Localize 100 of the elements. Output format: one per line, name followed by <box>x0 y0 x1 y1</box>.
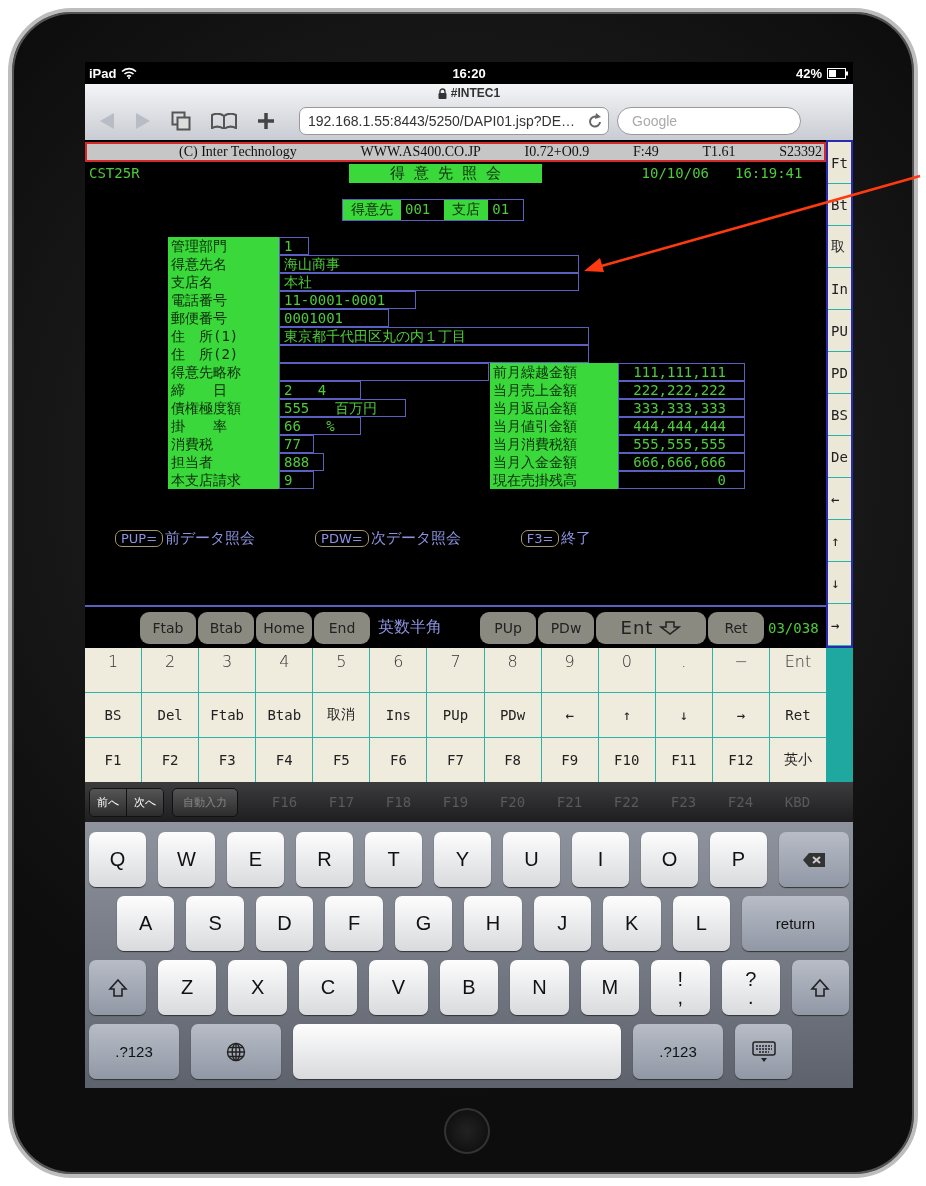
keypad-key[interactable]: 9 <box>541 648 598 692</box>
letter-key[interactable]: P <box>710 832 767 887</box>
keypad-key[interactable]: − <box>712 648 769 692</box>
keypad-key[interactable]: F3 <box>199 738 256 782</box>
letter-key[interactable]: U <box>503 832 560 887</box>
book-icon[interactable] <box>211 113 237 129</box>
letter-key[interactable]: I <box>572 832 629 887</box>
field-value: 9 <box>279 471 314 489</box>
function-key[interactable]: PDw <box>538 611 594 644</box>
keypad-key[interactable]: F10 <box>598 738 655 782</box>
punctuation-key[interactable]: ! , <box>651 960 710 1015</box>
reload-icon[interactable] <box>588 113 602 129</box>
letter-key[interactable]: C <box>298 960 358 1015</box>
keypad-key[interactable]: F11 <box>655 738 712 782</box>
numbers-key[interactable]: .?123 <box>89 1024 179 1079</box>
field-value: 2 4 <box>279 381 361 399</box>
backspace-key[interactable] <box>779 832 849 887</box>
letter-key[interactable]: X <box>228 960 287 1015</box>
letter-key[interactable]: Z <box>158 960 217 1015</box>
field-value: 11-0001-0001 <box>279 291 416 309</box>
keypad-key[interactable]: F8 <box>484 738 541 782</box>
keypad-key[interactable]: 5 <box>313 648 370 692</box>
letter-key[interactable]: L <box>672 896 730 951</box>
function-key[interactable]: Btab <box>198 611 254 644</box>
keypad-key[interactable]: 3 <box>199 648 256 692</box>
letter-key[interactable]: Y <box>434 832 491 887</box>
return-key[interactable]: return <box>741 896 849 951</box>
function-key[interactable]: Ret <box>708 611 764 644</box>
letter-key[interactable]: S <box>186 896 244 951</box>
function-key[interactable]: Home <box>256 611 312 644</box>
keypad-key[interactable]: F1 <box>85 738 142 782</box>
letter-key[interactable]: J <box>533 896 592 951</box>
function-key[interactable]: Ftab <box>140 611 196 644</box>
letter-key[interactable]: R <box>296 832 353 887</box>
field-value: 0001001 <box>279 309 389 327</box>
numbers-key[interactable]: .?123 <box>633 1024 723 1079</box>
keypad-key[interactable]: . <box>655 648 712 692</box>
keypad-key[interactable]: PUp <box>427 693 484 737</box>
keypad-key[interactable]: F12 <box>712 738 769 782</box>
letter-key[interactable]: O <box>641 832 698 887</box>
keypad-key[interactable]: Ret <box>769 693 826 737</box>
keypad-key[interactable]: F5 <box>313 738 370 782</box>
keypad-key[interactable]: Btab <box>256 693 313 737</box>
letter-key[interactable]: K <box>603 896 661 951</box>
form-nav-button[interactable]: 次へ <box>126 788 163 816</box>
tabs-icon[interactable] <box>171 111 191 131</box>
keypad-key[interactable]: F9 <box>541 738 598 782</box>
hide-keyboard-key[interactable] <box>735 1024 792 1079</box>
punctuation-key[interactable]: ? . <box>721 960 780 1015</box>
clock: 16:20 <box>452 65 486 81</box>
keypad-key[interactable]: ↑ <box>598 693 655 737</box>
keypad-key[interactable]: 6 <box>370 648 427 692</box>
keypad-key[interactable]: 1 <box>85 648 142 692</box>
shift-key[interactable] <box>791 960 849 1015</box>
keypad-key[interactable]: 4 <box>256 648 313 692</box>
keypad-key[interactable]: F6 <box>370 738 427 782</box>
field-label: 管理部門 <box>168 237 279 255</box>
keypad-key[interactable]: Ent <box>769 648 826 692</box>
letter-key[interactable]: G <box>394 896 453 951</box>
input-mode: 英数半角 <box>378 617 442 637</box>
letter-key[interactable]: M <box>580 960 640 1015</box>
keypad-key[interactable]: Del <box>142 693 199 737</box>
letter-key[interactable]: N <box>510 960 569 1015</box>
letter-key[interactable]: F <box>325 896 383 951</box>
letter-key[interactable]: B <box>439 960 499 1015</box>
letter-key[interactable]: W <box>158 832 215 887</box>
letter-key[interactable]: T <box>365 832 422 887</box>
keypad-key[interactable]: ← <box>541 693 598 737</box>
keypad-key[interactable]: ↓ <box>655 693 712 737</box>
keypad-key[interactable]: PDw <box>484 693 541 737</box>
keypad-key[interactable]: F4 <box>256 738 313 782</box>
total-label: 当月入金金額 <box>490 453 618 471</box>
keypad-key[interactable]: Ins <box>370 693 427 737</box>
letter-key[interactable]: H <box>464 896 522 951</box>
globe-key[interactable] <box>191 1024 281 1079</box>
url-field[interactable]: 192.168.1.55:8443/5250/DAPI01.jsp?DE… <box>299 107 609 135</box>
function-key[interactable]: PUp <box>480 611 536 644</box>
keypad-key[interactable]: → <box>712 693 769 737</box>
keypad-key[interactable]: 英小 <box>769 738 826 782</box>
enter-key[interactable]: Ent <box>596 611 706 644</box>
keypad-key[interactable]: 0 <box>598 648 655 692</box>
shift-key[interactable] <box>89 960 146 1015</box>
keypad-key[interactable]: F7 <box>427 738 484 782</box>
plus-icon[interactable] <box>257 112 275 130</box>
keypad-key[interactable]: 2 <box>142 648 199 692</box>
keypad-key[interactable]: 取消 <box>313 693 370 737</box>
keypad-key[interactable]: BS <box>85 693 142 737</box>
form-nav-button[interactable]: 前へ <box>90 788 126 816</box>
letter-key[interactable]: D <box>255 896 314 951</box>
keypad-key[interactable]: F2 <box>142 738 199 782</box>
keypad-key[interactable]: 7 <box>427 648 484 692</box>
letter-key[interactable]: Q <box>89 832 146 887</box>
letter-key[interactable]: A <box>117 896 175 951</box>
wifi-icon <box>121 67 138 79</box>
search-field[interactable]: Google <box>617 107 801 135</box>
letter-key[interactable]: V <box>369 960 428 1015</box>
keypad-key[interactable]: 8 <box>484 648 541 692</box>
function-key[interactable]: End <box>314 611 370 644</box>
keypad-key[interactable]: Ftab <box>199 693 256 737</box>
letter-key[interactable]: E <box>227 832 284 887</box>
